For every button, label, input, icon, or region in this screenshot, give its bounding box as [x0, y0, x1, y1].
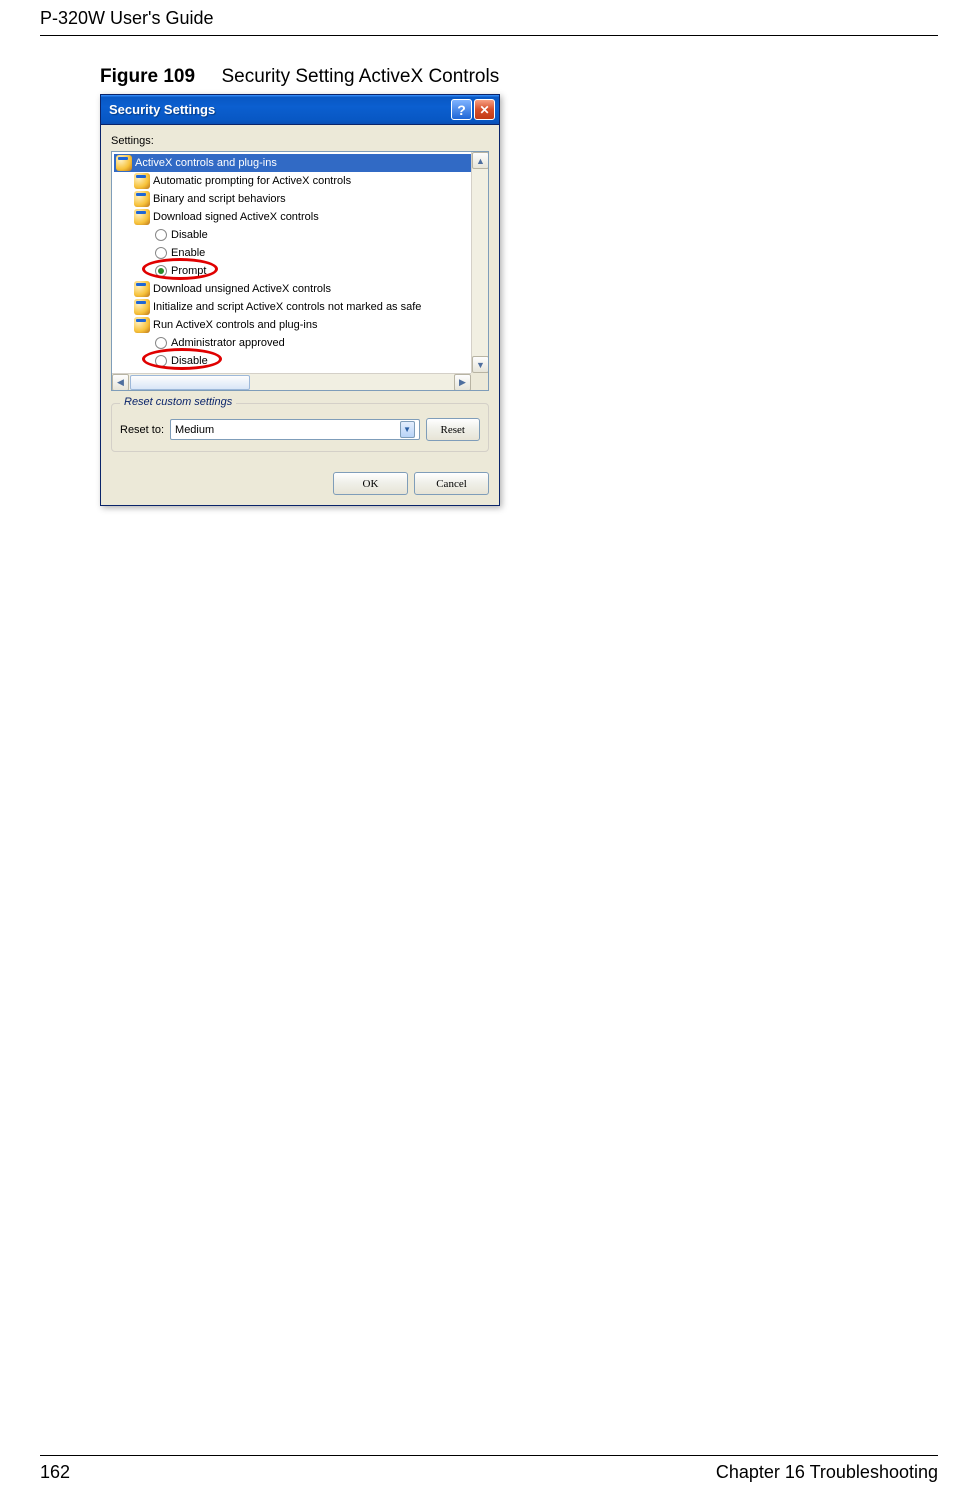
dialog-buttons: OK Cancel [101, 460, 499, 505]
ok-button[interactable]: OK [333, 472, 408, 495]
reset-custom-settings-group: Reset custom settings Reset to: Medium ▼… [111, 403, 489, 452]
radio-option[interactable]: Enable [114, 244, 471, 262]
scroll-right-icon[interactable]: ▶ [454, 374, 471, 391]
radio-option[interactable]: Disable [114, 352, 471, 370]
page-content: Figure 109 Security Setting ActiveX Cont… [0, 36, 978, 506]
page-number: 162 [40, 1462, 70, 1483]
window-title: Security Settings [107, 102, 451, 117]
scroll-thumb[interactable] [130, 375, 250, 390]
radio-option[interactable]: Disable [114, 226, 471, 244]
horizontal-scrollbar[interactable]: ◀ ▶ [112, 373, 488, 390]
page-footer: 162 Chapter 16 Troubleshooting [40, 1455, 938, 1483]
settings-label: Settings: [111, 135, 489, 147]
reset-to-combo[interactable]: Medium ▼ [170, 419, 420, 440]
gear-icon [116, 155, 132, 171]
figure-caption: Figure 109 Security Setting ActiveX Cont… [100, 66, 878, 88]
gear-icon [134, 281, 150, 297]
ok-button-label: OK [363, 478, 379, 490]
scroll-left-icon[interactable]: ◀ [112, 374, 129, 391]
tree-item[interactable]: Binary and script behaviors [114, 190, 471, 208]
settings-tree[interactable]: ActiveX controls and plug-ins Automatic … [111, 151, 489, 391]
chapter-title: Chapter 16 Troubleshooting [716, 1462, 938, 1483]
radio-option-prompt[interactable]: Prompt [114, 262, 471, 280]
tree-item-label: Automatic prompting for ActiveX controls [153, 175, 351, 187]
gear-icon [134, 173, 150, 189]
vertical-scrollbar[interactable]: ▲ ▼ [471, 152, 488, 373]
reset-legend: Reset custom settings [120, 396, 236, 408]
security-settings-dialog: Security Settings ? ✕ Settings: ActiveX … [100, 94, 500, 506]
tree-item[interactable]: Download signed ActiveX controls [114, 208, 471, 226]
guide-title: P-320W User's Guide [40, 8, 214, 28]
titlebar: Security Settings ? ✕ [101, 95, 499, 125]
radio-label: Enable [171, 247, 205, 259]
cancel-button[interactable]: Cancel [414, 472, 489, 495]
radio-icon-selected [155, 265, 167, 277]
tree-item[interactable]: Run ActiveX controls and plug-ins [114, 316, 471, 334]
radio-label: Disable [171, 229, 208, 241]
radio-label: Administrator approved [171, 337, 285, 349]
tree-item-label: Initialize and script ActiveX controls n… [153, 301, 421, 313]
tree-item[interactable]: Automatic prompting for ActiveX controls [114, 172, 471, 190]
gear-icon [134, 317, 150, 333]
tree-item-label: Download signed ActiveX controls [153, 211, 319, 223]
radio-icon [155, 247, 167, 259]
radio-icon [155, 337, 167, 349]
close-button[interactable]: ✕ [474, 99, 495, 120]
reset-button-label: Reset [441, 424, 465, 436]
tree-content: ActiveX controls and plug-ins Automatic … [112, 152, 471, 373]
page-header: P-320W User's Guide [40, 0, 938, 36]
scroll-down-icon[interactable]: ▼ [472, 356, 489, 373]
combo-value: Medium [175, 424, 214, 436]
tree-item-label: Binary and script behaviors [153, 193, 286, 205]
cancel-button-label: Cancel [436, 478, 467, 490]
figure-title: Security Setting ActiveX Controls [221, 66, 499, 87]
radio-label: Prompt [171, 265, 206, 277]
dialog-body: Settings: ActiveX controls and plug-ins … [101, 125, 499, 460]
radio-label: Disable [171, 355, 208, 367]
tree-item[interactable]: Initialize and script ActiveX controls n… [114, 298, 471, 316]
figure-label: Figure 109 [100, 66, 195, 87]
tree-root[interactable]: ActiveX controls and plug-ins [114, 154, 471, 172]
gear-icon [134, 299, 150, 315]
radio-icon [155, 355, 167, 367]
tree-item[interactable]: Download unsigned ActiveX controls [114, 280, 471, 298]
gear-icon [134, 209, 150, 225]
tree-item-label: Download unsigned ActiveX controls [153, 283, 331, 295]
scroll-up-icon[interactable]: ▲ [472, 152, 489, 169]
reset-to-label: Reset to: [120, 424, 164, 436]
help-button[interactable]: ? [451, 99, 472, 120]
titlebar-buttons: ? ✕ [451, 99, 495, 120]
scroll-corner [471, 373, 488, 390]
tree-item-label: Run ActiveX controls and plug-ins [153, 319, 317, 331]
gear-icon [134, 191, 150, 207]
radio-option[interactable]: Administrator approved [114, 334, 471, 352]
chevron-down-icon: ▼ [400, 421, 415, 438]
radio-icon [155, 229, 167, 241]
tree-root-label: ActiveX controls and plug-ins [135, 157, 277, 169]
reset-button[interactable]: Reset [426, 418, 480, 441]
